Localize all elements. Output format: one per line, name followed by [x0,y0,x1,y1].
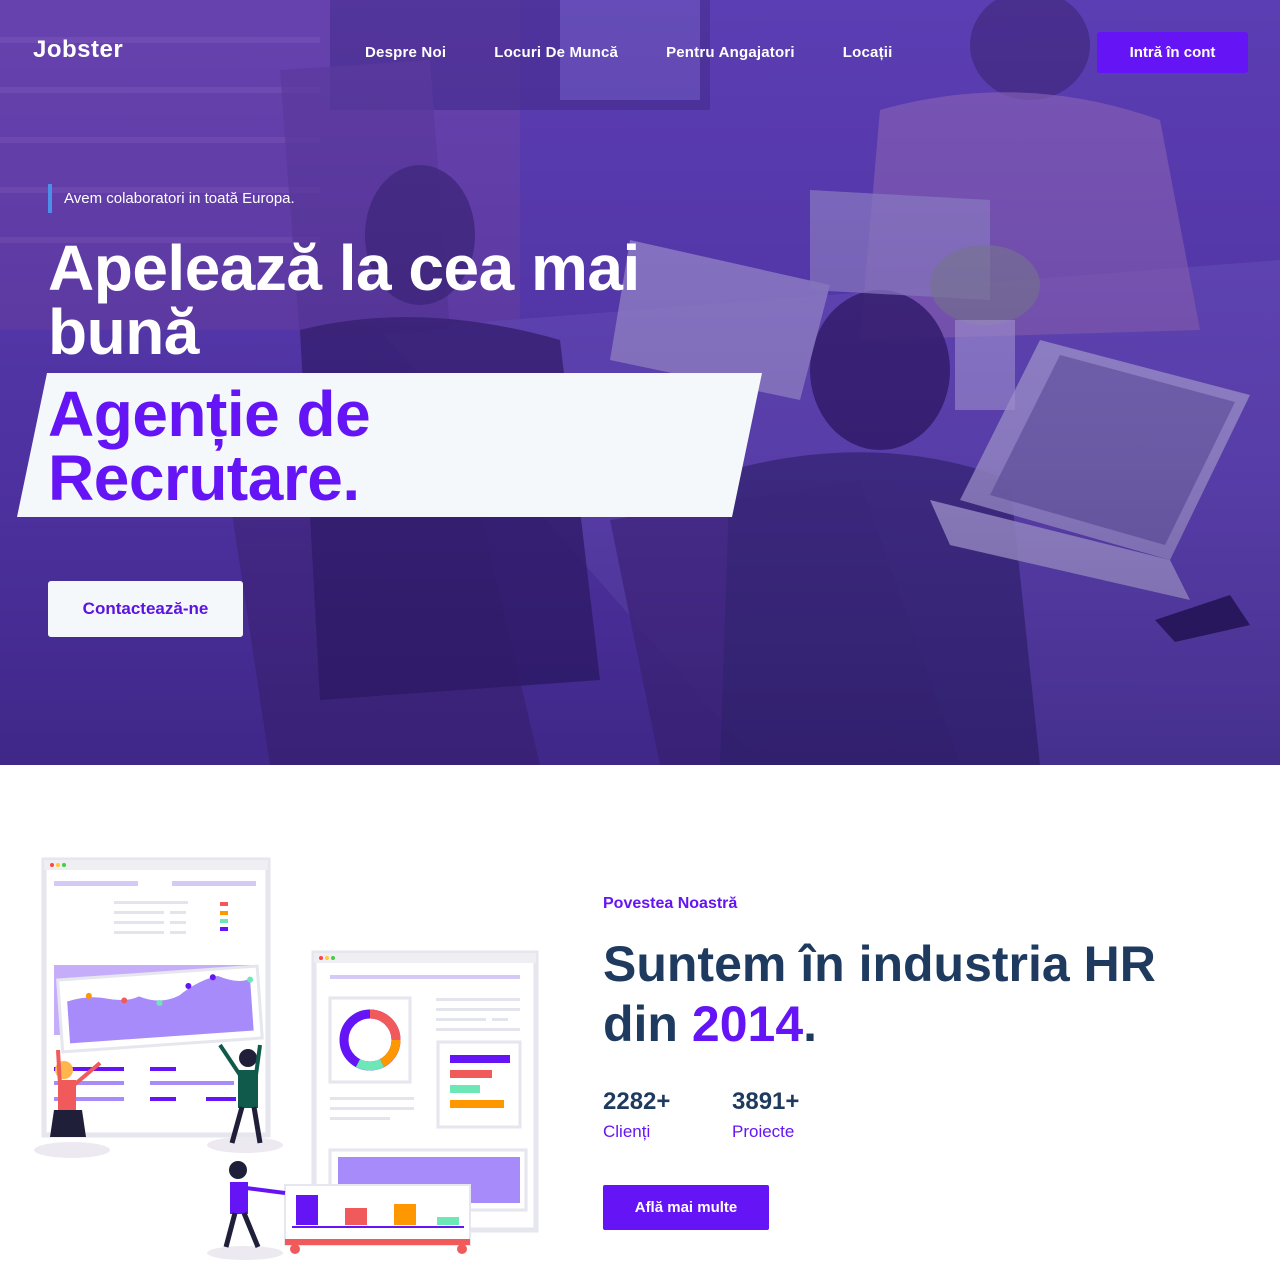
stat-projects-label: Proiecte [732,1122,795,1141]
hero-headline: Apelează la cea mai bună [48,232,640,368]
contact-button[interactable]: Contactează-ne [48,581,243,637]
learn-more-button[interactable]: Află mai multe [603,1185,769,1230]
nav-link-pentru-angajatori[interactable]: Pentru Angajatori [666,44,795,61]
stat-clients-label: Clienți [603,1122,651,1141]
site-logo[interactable]: Jobster [33,36,123,64]
team-analytics-illustration [30,855,545,1265]
login-button[interactable]: Intră în cont [1097,32,1248,73]
about-title: Suntem în industria HR din 2014. [603,934,1243,1054]
stat-projects: 3891+ Proiecte [732,1088,799,1142]
hero-section: Jobster Despre Noi Locuri De Muncă Pentr… [0,0,1280,765]
hero-highlight-line1: Agenție de [48,378,371,450]
stat-clients: 2282+ Clienți [603,1088,670,1142]
hero-highlight-text: Agenție de Recrutare. [48,378,371,514]
nav-links: Despre Noi Locuri De Muncă Pentru Angaja… [365,44,893,61]
nav-link-locuri-de-munca[interactable]: Locuri De Muncă [494,44,618,61]
hero-eyebrow: Avem colaboratori in toată Europa. [48,184,295,213]
stat-projects-value: 3891+ [732,1088,800,1115]
about-title-year: 2014 [691,996,804,1052]
nav-link-locatii[interactable]: Locații [843,44,893,61]
hero-highlight-line2: Recrutare. [48,442,360,514]
nav-link-despre-noi[interactable]: Despre Noi [365,44,446,61]
top-navbar: Jobster Despre Noi Locuri De Muncă Pentr… [0,0,1280,105]
stat-clients-value: 2282+ [603,1088,671,1115]
about-title-text: Suntem în industria HR din [603,936,1156,1052]
about-eyebrow: Povestea Noastră [603,895,738,912]
about-title-suffix: . [803,996,818,1052]
